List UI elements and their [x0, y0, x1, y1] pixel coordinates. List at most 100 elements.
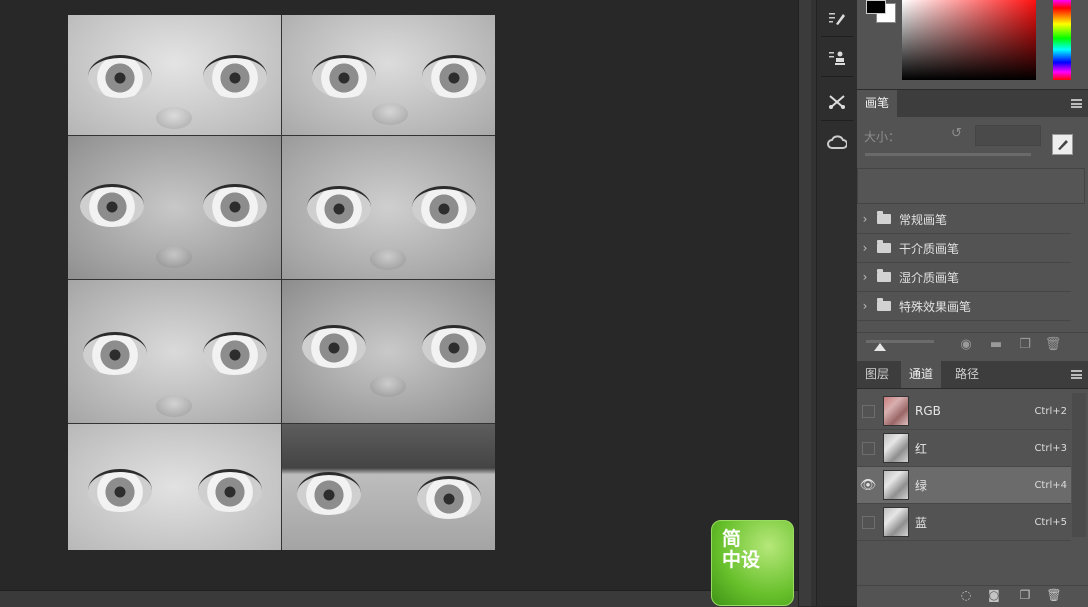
load-selection-icon[interactable]: ◌: [957, 587, 975, 603]
channel-row-green[interactable]: 👁 绿 Ctrl+4: [857, 467, 1071, 504]
foreground-color-swatch[interactable]: [866, 0, 886, 14]
visibility-checkbox[interactable]: [861, 515, 875, 529]
channel-thumbnail: [883, 433, 909, 463]
channel-shortcut: Ctrl+4: [1034, 479, 1067, 491]
brush-preview: [857, 168, 1085, 204]
visibility-checkbox[interactable]: [861, 441, 875, 455]
color-picker-field[interactable]: [902, 0, 1036, 80]
eye-shape: [80, 184, 144, 227]
eye-shape: [297, 472, 361, 515]
channel-thumbnail: [883, 470, 909, 500]
tab-channels[interactable]: 通道: [901, 361, 942, 388]
eye-shape: [203, 332, 267, 375]
eye-shape: [203, 184, 267, 227]
save-selection-icon[interactable]: ◙: [985, 587, 1003, 603]
delete-channel-icon[interactable]: 🗑: [1045, 587, 1063, 603]
folder-icon: [877, 269, 891, 282]
watermark-logo: 简中设: [711, 520, 794, 606]
nose-shape: [156, 107, 192, 129]
hue-slider[interactable]: [1053, 0, 1071, 80]
document-canvas-area[interactable]: [0, 0, 798, 590]
reset-icon[interactable]: ↺: [951, 126, 962, 141]
size-label: 大小：: [864, 130, 901, 144]
eye-shape: [88, 55, 152, 98]
folder-label: 常规画笔: [899, 212, 948, 227]
channels-scrollbar[interactable]: [1072, 393, 1086, 537]
size-input[interactable]: [975, 125, 1041, 146]
eye-shape: [302, 325, 366, 368]
image-tile: [68, 15, 281, 135]
clone-source-icon[interactable]: [822, 44, 852, 72]
brush-folder-row[interactable]: › 湿介质画笔: [857, 263, 1071, 292]
panel-menu-icon[interactable]: [1071, 370, 1082, 379]
toolstrip-divider: [821, 36, 853, 37]
tool-presets-icon[interactable]: [822, 88, 852, 116]
eye-shape: [83, 332, 147, 375]
new-channel-icon[interactable]: ❐: [1016, 587, 1034, 603]
channel-shortcut: Ctrl+3: [1034, 442, 1067, 454]
channel-thumbnail: [883, 507, 909, 537]
nose-shape: [372, 103, 408, 125]
tab-paths[interactable]: 路径: [947, 361, 987, 388]
chevron-right-icon[interactable]: ›: [857, 212, 873, 226]
channel-thumbnail: [883, 396, 909, 426]
brush-preset-icon[interactable]: [822, 5, 852, 33]
eye-shape: [307, 186, 371, 229]
channel-row-rgb[interactable]: RGB Ctrl+2: [857, 393, 1071, 430]
image-tile: [282, 15, 495, 135]
document-image[interactable]: [68, 15, 495, 550]
chevron-right-icon[interactable]: ›: [857, 270, 873, 284]
folder-label: 湿介质画笔: [899, 270, 960, 285]
tab-layers[interactable]: 图层: [857, 361, 897, 388]
channel-shortcut: Ctrl+5: [1034, 516, 1067, 528]
size-slider[interactable]: [865, 153, 1031, 156]
tab-brush[interactable]: 画笔: [857, 90, 898, 117]
image-tile: [282, 136, 495, 279]
eye-icon[interactable]: 👁: [860, 478, 877, 493]
panel-menu-icon[interactable]: [1071, 99, 1082, 108]
brush-folder-row[interactable]: › 干介质画笔: [857, 234, 1071, 263]
image-tile: [68, 280, 281, 423]
visibility-checkbox[interactable]: [861, 404, 875, 418]
channel-shortcut: Ctrl+2: [1034, 405, 1067, 417]
channel-name: RGB: [915, 404, 941, 418]
chevron-right-icon[interactable]: ›: [857, 241, 873, 255]
creative-cloud-icon[interactable]: [822, 129, 852, 157]
visibility-toggle-icon[interactable]: ◉: [957, 337, 975, 353]
eye-shape: [422, 325, 486, 368]
channel-row-blue[interactable]: 蓝 Ctrl+5: [857, 504, 1071, 541]
panel-icon-strip: [816, 0, 858, 606]
eye-shape: [88, 469, 152, 512]
nose-shape: [370, 248, 406, 270]
delete-icon[interactable]: 🗑: [1044, 337, 1062, 353]
brush-panel-header: 画笔: [857, 90, 1088, 118]
image-tile: [282, 424, 495, 550]
image-tile: [68, 136, 281, 279]
new-folder-icon[interactable]: ▬: [987, 337, 1005, 353]
eye-shape: [198, 469, 262, 512]
horizontal-scrollbar[interactable]: [0, 590, 798, 607]
nose-shape: [156, 395, 192, 417]
channel-row-red[interactable]: 红 Ctrl+3: [857, 430, 1071, 467]
brush-folder-row[interactable]: › 常规画笔: [857, 205, 1071, 234]
vertical-scrollbar[interactable]: [798, 0, 811, 606]
slider-thumb[interactable]: [874, 343, 886, 351]
image-tile: [68, 424, 281, 550]
channel-name: 绿: [915, 478, 928, 493]
toolstrip-divider: [821, 120, 853, 121]
eye-shape: [412, 186, 476, 229]
folder-icon: [877, 298, 891, 311]
nose-shape: [370, 375, 406, 397]
folder-label: 干介质画笔: [899, 241, 960, 256]
image-tile: [282, 280, 495, 423]
folder-icon: [877, 240, 891, 253]
new-brush-icon[interactable]: ❐: [1016, 337, 1034, 353]
eye-shape: [422, 55, 486, 98]
eye-shape: [203, 55, 267, 98]
brush-folder-row[interactable]: › 特殊效果画笔: [857, 292, 1071, 321]
folder-label: 特殊效果画笔: [899, 299, 972, 314]
chevron-right-icon[interactable]: ›: [857, 299, 873, 313]
channels-panel-header: 图层 通道 路径: [857, 361, 1088, 389]
brush-settings-icon[interactable]: [1052, 134, 1073, 155]
folder-icon: [877, 211, 891, 224]
